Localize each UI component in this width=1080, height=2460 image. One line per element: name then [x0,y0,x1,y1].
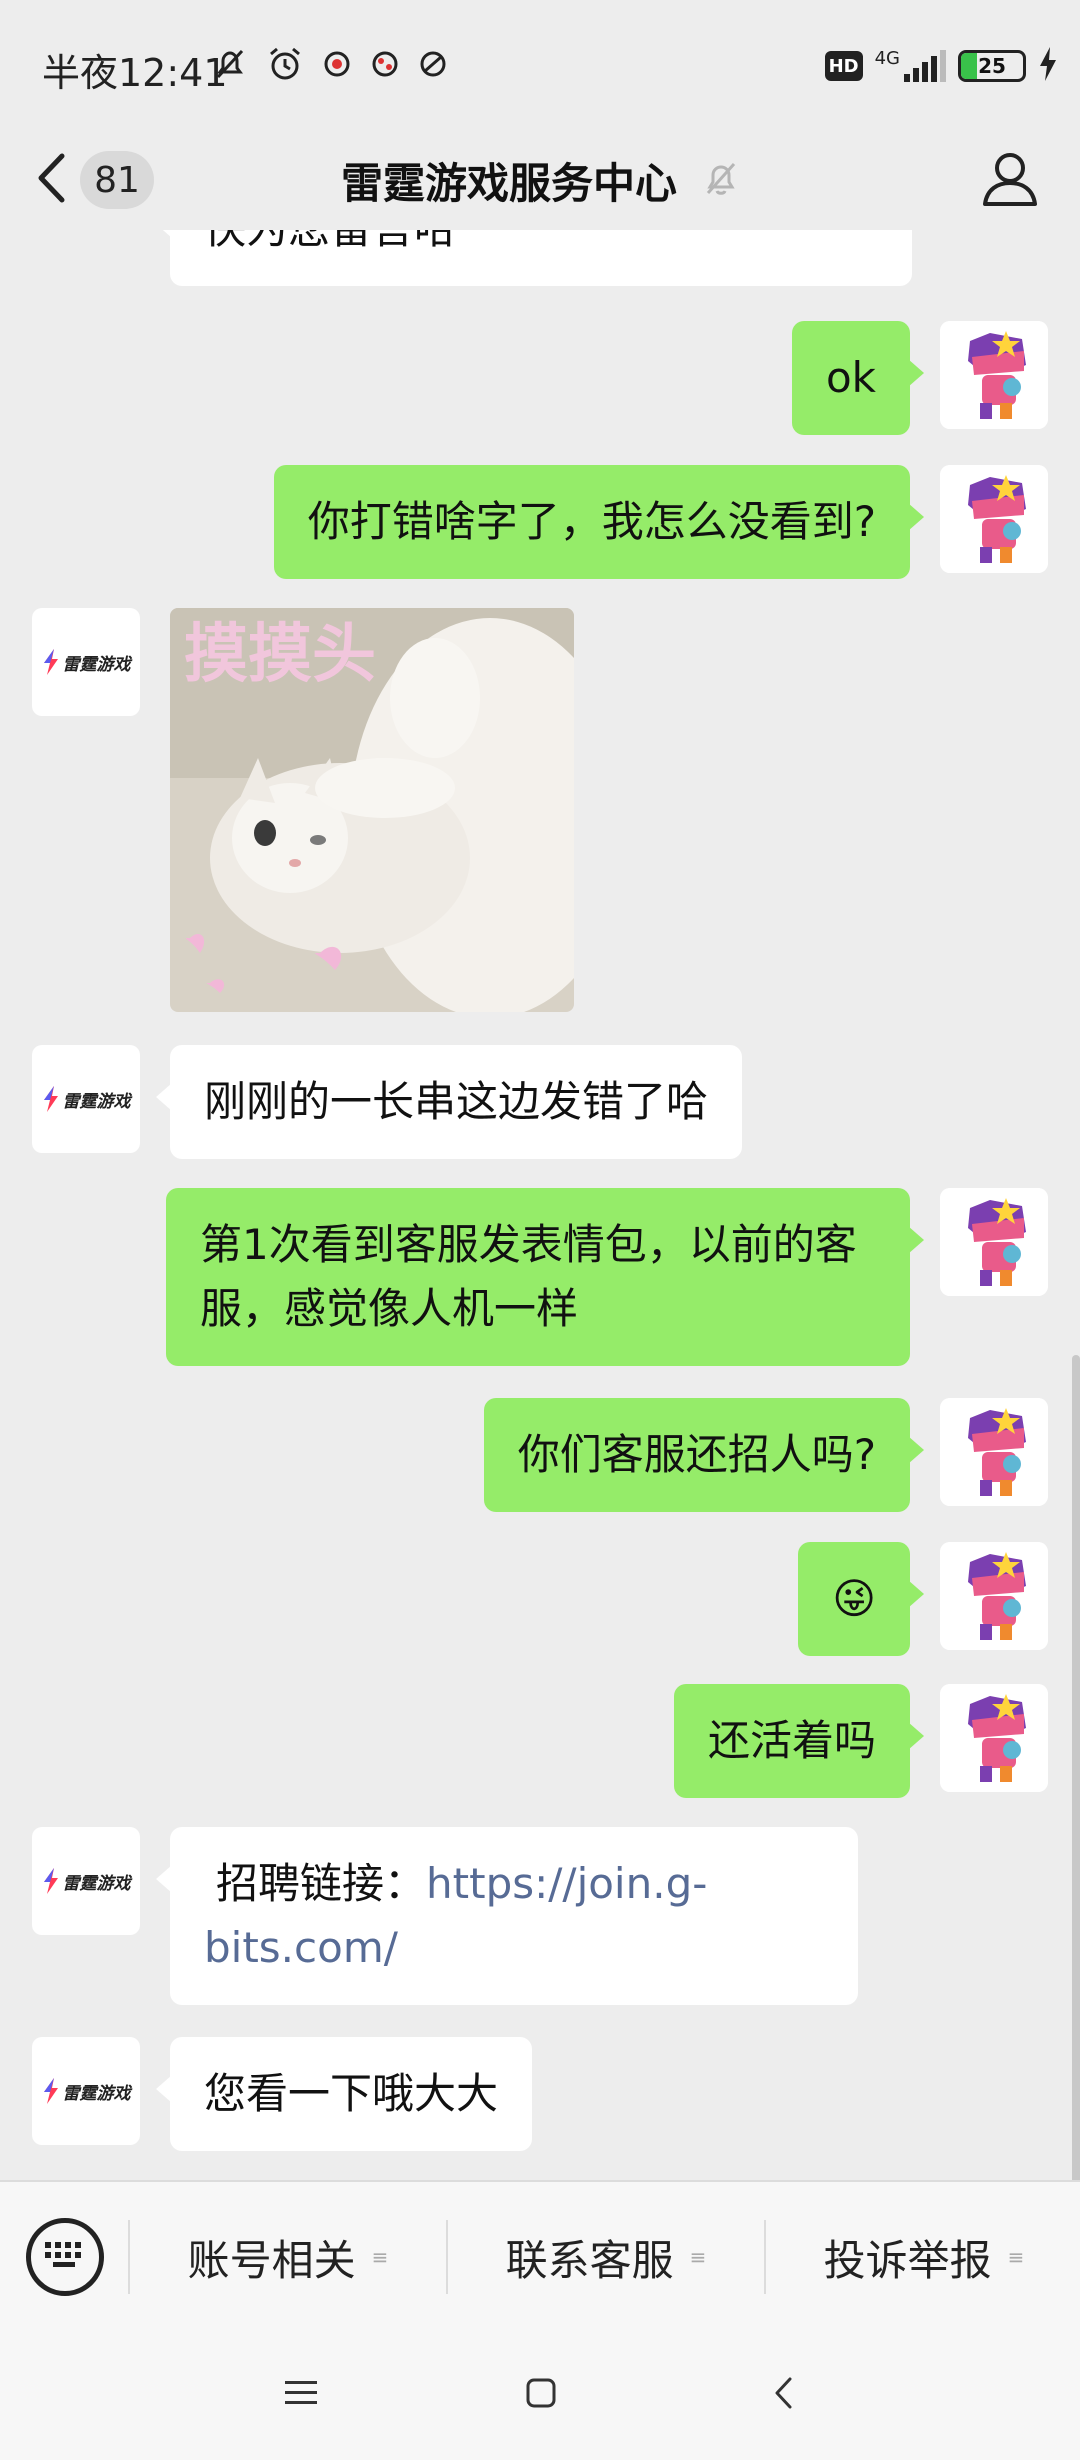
service-avatar[interactable]: 雷霆游戏 [32,2037,140,2145]
message-text: ok [825,353,876,402]
user-avatar-image [940,1398,1048,1506]
brand-logo: 雷霆游戏 [42,1868,131,1894]
message-bubble-incoming[interactable]: 刚刚的一长串这边发错了哈 [155,1045,743,1159]
person-icon [981,149,1039,211]
chat-header: 81 雷霆游戏服务中心 [0,130,1080,230]
sticker-caption: 摸摸头 [184,618,376,692]
status-icons-right: HD 4G 25 [824,46,1058,86]
menu-item-complaint[interactable]: 投诉举报 ≡ [766,2182,1080,2332]
lightning-logo-icon [43,2078,58,2104]
status-icons-left [212,46,448,86]
menu-lines-icon [285,2380,317,2410]
user-avatar[interactable] [940,1398,1048,1506]
lightning-logo-icon [43,1868,58,1894]
message-bubble-outgoing[interactable]: 还活着吗 [673,1684,925,1798]
message-bubble-outgoing[interactable]: 你打错啥字了，我怎么没看到? [273,465,925,579]
user-avatar[interactable] [940,1188,1048,1296]
wink-tongue-emoji: 😜 [832,1574,876,1623]
menu-list-icon: ≡ [371,2245,389,2269]
message-bubble-outgoing[interactable]: 第1次看到客服发表情包，以前的客服，感觉像人机一样 [166,1188,924,1366]
scrollbar[interactable] [1072,1355,1080,2180]
user-avatar[interactable] [940,465,1048,573]
service-avatar[interactable]: 雷霆游戏 [32,608,140,716]
brand-logo-text: 雷霆游戏 [62,1091,131,1112]
chat-title: 雷霆游戏服务中心 [340,158,677,208]
status-bar: 半夜12:41 HD 4G 25 [0,0,1080,130]
message-text: 招聘链接： [216,1859,427,1908]
message-text: 您看一下哦大大 [204,2069,499,2118]
message-text: 第1次看到客服发表情包，以前的客服，感觉像人机一样 [200,1220,857,1333]
message-text: 你们客服还招人吗? [517,1430,876,1479]
bell-off-icon [703,159,739,201]
menu-item-contact-support[interactable]: 联系客服 ≡ [448,2182,764,2332]
app-notification-icon [322,49,352,83]
battery-level: 25 [978,54,1006,78]
message-bubble-outgoing[interactable]: 😜 [798,1542,924,1656]
recent-apps-button[interactable] [256,2355,346,2435]
brand-logo-text: 雷霆游戏 [62,654,131,675]
brand-logo-text: 雷霆游戏 [62,1873,131,1894]
user-avatar-image [940,1684,1048,1792]
alarm-icon [266,45,304,87]
lightning-logo-icon [43,1086,58,1112]
user-avatar-image [940,1542,1048,1650]
message-bubble-outgoing[interactable]: ok [791,321,925,435]
square-icon [526,2378,556,2412]
sticker-image[interactable]: 摸摸头 [170,608,574,1012]
battery-fill [961,53,977,79]
back-button[interactable]: 81 [36,140,166,220]
cat-sticker-picture: 摸摸头 [170,608,574,1012]
keyboard-toggle-button[interactable] [26,2218,104,2296]
lightning-logo-icon [43,649,58,675]
user-avatar-image [940,321,1048,429]
message-text: 刚刚的一长串这边发错了哈 [204,1077,709,1126]
message-text: 快为您留言哈 [204,230,456,253]
signal-icon: 4G [875,50,946,82]
user-avatar-image [940,465,1048,573]
network-type: 4G [874,48,900,69]
bell-off-icon [212,46,248,86]
message-bubble-incoming[interactable]: 快为您留言哈 [156,230,912,286]
system-navigation-bar [0,2330,1080,2460]
app-notification-icon [370,49,400,83]
message-bubble-incoming[interactable]: 您看一下哦大大 [155,2037,533,2151]
system-back-button[interactable] [738,2355,828,2435]
message-text: 你打错啥字了，我怎么没看到? [307,497,876,546]
menu-item-label: 投诉举报 [823,2235,992,2285]
user-avatar-image [940,1188,1048,1296]
unread-count-badge: 81 [80,151,154,209]
battery-indicator: 25 [958,50,1026,82]
hd-badge: HD [824,51,863,81]
chevron-left-icon [36,152,66,208]
menu-list-icon: ≡ [689,2245,707,2269]
message-bubble-incoming[interactable]: 招聘链接：https://join.g-bits.com/ [156,1827,858,2005]
menu-item-account[interactable]: 账号相关 ≡ [130,2182,446,2332]
brand-logo: 雷霆游戏 [42,1086,131,1112]
menu-item-label: 账号相关 [187,2235,356,2285]
brand-logo: 雷霆游戏 [42,649,131,675]
message-list[interactable]: 快为您留言哈 ok 你打错啥字了，我怎么没看到? [0,230,1080,2180]
menu-item-label: 联系客服 [505,2235,674,2285]
service-menu-bar: 账号相关 ≡ 联系客服 ≡ 投诉举报 ≡ [0,2180,1080,2330]
chevron-left-icon [773,2376,793,2414]
profile-button[interactable] [970,140,1050,220]
home-button[interactable] [496,2355,586,2435]
message-bubble-outgoing[interactable]: 你们客服还招人吗? [483,1398,925,1512]
app-notification-icon [418,49,448,83]
charging-icon [1038,47,1058,85]
user-avatar[interactable] [940,1542,1048,1650]
message-text: 还活着吗 [707,1716,876,1765]
user-avatar[interactable] [940,321,1048,429]
brand-logo: 雷霆游戏 [42,2078,131,2104]
keyboard-icon [43,2240,87,2274]
brand-logo-text: 雷霆游戏 [62,2083,131,2104]
status-time: 半夜12:41 [42,51,228,95]
user-avatar[interactable] [940,1684,1048,1792]
service-avatar[interactable]: 雷霆游戏 [32,1045,140,1153]
service-avatar[interactable]: 雷霆游戏 [32,1827,140,1935]
menu-list-icon: ≡ [1007,2245,1025,2269]
